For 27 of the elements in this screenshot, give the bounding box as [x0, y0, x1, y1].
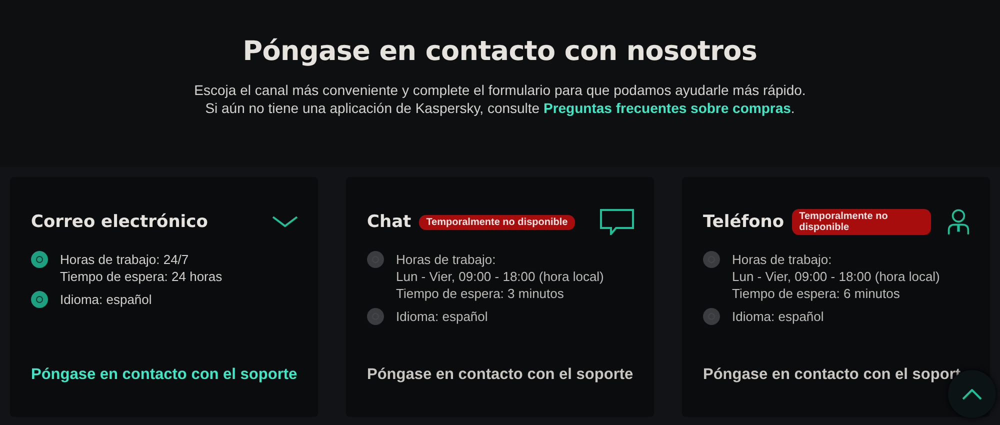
- card-title: Teléfono: [703, 212, 784, 232]
- card-title: Chat: [367, 212, 412, 232]
- info-text: Idioma: español: [732, 308, 824, 325]
- page-title: Póngase en contacto con nosotros: [242, 36, 758, 67]
- info-text: Tiempo de espera: 6 minutos: [732, 285, 901, 302]
- faq-link[interactable]: Preguntas frecuentes sobre compras: [543, 100, 791, 116]
- person-icon: [947, 207, 970, 237]
- info-text: Tiempo de espera: 3 minutos: [396, 285, 565, 302]
- support-link[interactable]: Póngase en contacto con el soporte: [31, 365, 298, 385]
- status-badge: Temporalmente no disponible: [419, 214, 575, 230]
- info-text: Tiempo de espera: 24 horas: [60, 268, 222, 285]
- info-text: Lun - Vier, 09:00 - 18:00 (hora local): [396, 268, 604, 285]
- support-link[interactable]: Póngase en contacto con el soporte: [367, 365, 634, 385]
- support-link[interactable]: Póngase en contacto con el soport: [703, 365, 961, 385]
- faq-text: Si aún no tiene una aplicación de Kaspersky, consulte Preguntas frecuentes sobre compras.: [205, 99, 795, 117]
- status-badge: Temporalmente no disponible: [792, 209, 932, 235]
- info-text: Idioma: español: [396, 308, 488, 325]
- info-text: Horas de trabajo:: [732, 251, 833, 268]
- info-text: Lun - Vier, 09:00 - 18:00 (hora local): [732, 268, 940, 285]
- info-text: Horas de trabajo: 24/7: [60, 251, 190, 268]
- chat-bubble-icon: [600, 209, 634, 235]
- intro-text: Escoja el canal más conveniente y complete el formulario para que podamos ayudarle más rápido.: [194, 81, 806, 99]
- chevron-down-icon[interactable]: [272, 215, 298, 229]
- chevron-up-icon: [962, 388, 982, 400]
- card-title: Correo electrónico: [31, 212, 208, 232]
- info-text: Idioma: español: [60, 291, 152, 308]
- info-text: Horas de trabajo:: [396, 251, 497, 268]
